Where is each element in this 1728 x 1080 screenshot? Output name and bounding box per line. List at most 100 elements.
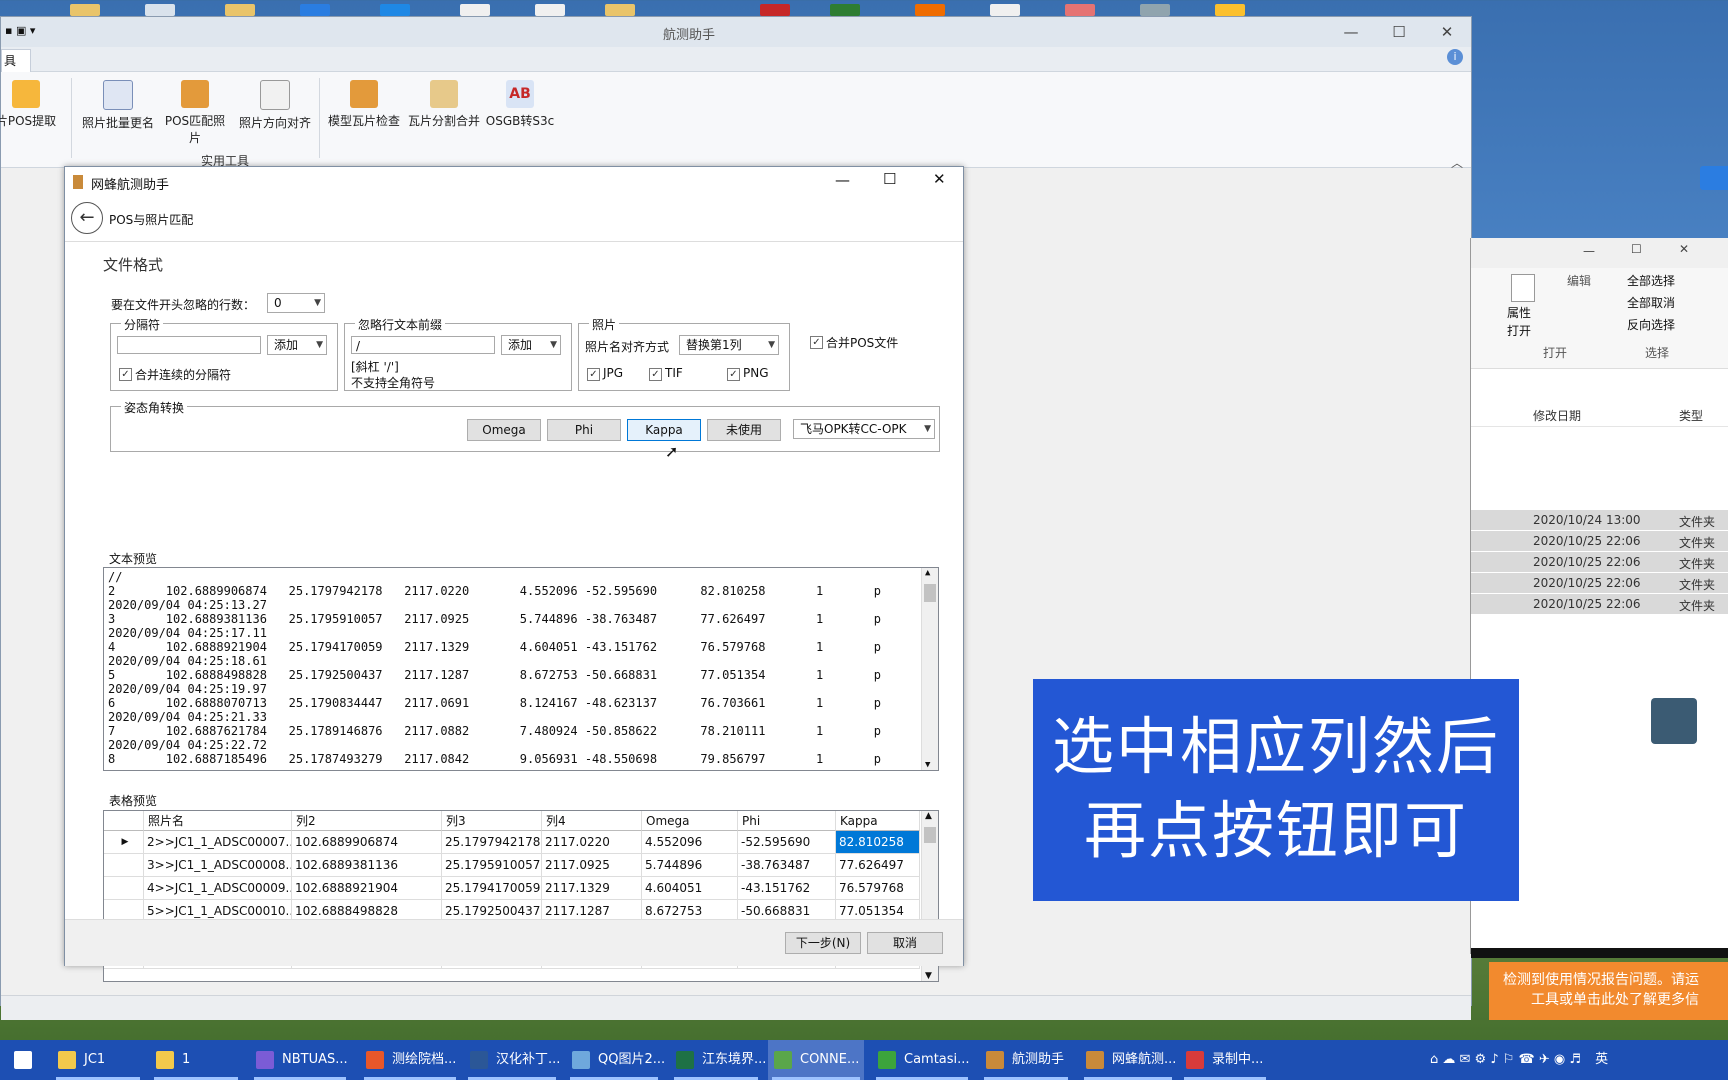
scroll-thumb[interactable] (924, 584, 936, 602)
desktop-icon[interactable] (915, 4, 945, 16)
desktop-icon[interactable] (460, 4, 490, 16)
separator-input[interactable] (117, 336, 261, 354)
table-cell[interactable]: 2117.0925 (542, 854, 642, 877)
usage-report-notification[interactable]: 检测到使用情况报告问题。请运 工具或单击此处了解更多信 (1489, 962, 1728, 1020)
taskbar-item[interactable]: CONNE... (768, 1040, 864, 1080)
photo-align-select[interactable]: 替换第1列 ▼ (679, 335, 779, 355)
chevron-down-icon[interactable]: ▼ (925, 971, 932, 981)
help-icon[interactable]: i (1447, 49, 1463, 65)
list-item[interactable]: 2020/10/25 22:06 文件夹 (1471, 552, 1728, 572)
row-header[interactable] (104, 854, 144, 877)
column-header[interactable]: Omega (642, 811, 738, 831)
unused-button[interactable]: 未使用 (707, 419, 781, 441)
app-logo-icon[interactable] (1651, 698, 1697, 744)
table-cell[interactable]: -38.763487 (738, 854, 836, 877)
table-cell[interactable]: 2117.1329 (542, 877, 642, 900)
ignore-prefix-add-button[interactable]: 添加 ▼ (501, 335, 561, 355)
close-icon[interactable]: ✕ (933, 170, 946, 188)
column-header[interactable]: 列3 (442, 811, 542, 831)
close-icon[interactable]: ✕ (1433, 21, 1461, 43)
table-cell[interactable]: 4.604051 (642, 877, 738, 900)
maximize-icon[interactable]: ☐ (1631, 242, 1642, 256)
taskbar-item[interactable]: Camtasi... (872, 1040, 972, 1080)
ribbon-collapse-icon[interactable]: ︿ (1451, 154, 1463, 171)
desktop-icon[interactable] (1140, 4, 1170, 16)
tray-icons[interactable]: ⌂ ☁ ✉ ⚙ ♪ ⚐ ☎ ✈ ◉ ♬ (1430, 1052, 1581, 1067)
table-cell[interactable]: 2>>JC1_1_ADSC00007... (144, 831, 292, 854)
table-cell[interactable]: 25.1794170059 (442, 877, 542, 900)
start-button[interactable] (8, 1040, 40, 1080)
ribbon-pos-match-button[interactable]: POS匹配照片 (159, 80, 231, 150)
ribbon-tile-split-button[interactable]: 瓦片分割合并 (405, 80, 483, 150)
select-none-button[interactable]: 全部取消 (1627, 294, 1675, 311)
ribbon-batch-rename-button[interactable]: 照片批量更名 (77, 80, 159, 150)
back-button[interactable]: ← (71, 202, 103, 234)
separator-add-button[interactable]: 添加 ▼ (267, 335, 327, 355)
properties-button[interactable]: 属性 (1507, 304, 1531, 321)
desktop-icon[interactable] (1065, 4, 1095, 16)
desktop-icon[interactable] (300, 4, 330, 16)
table-cell[interactable]: 2117.0220 (542, 831, 642, 854)
merge-separator-checkbox[interactable]: ✓ (119, 368, 132, 381)
desktop-icon[interactable] (1215, 4, 1245, 16)
opk-convert-select[interactable]: 飞马OPK转CC-OPK ▼ (793, 419, 935, 439)
taskbar-item[interactable]: 1 (150, 1040, 242, 1080)
chevron-down-icon[interactable]: ▼ (925, 760, 930, 770)
select-all-button[interactable]: 全部选择 (1627, 272, 1675, 289)
table-cell[interactable]: 102.6888921904 (292, 877, 442, 900)
desktop-icon[interactable] (760, 4, 790, 16)
desktop-icon[interactable] (990, 4, 1020, 16)
column-date[interactable]: 修改日期 (1533, 407, 1581, 424)
desktop-icon[interactable] (535, 4, 565, 16)
png-checkbox[interactable]: ✓ (727, 368, 740, 381)
taskbar-item[interactable]: NBTUAS... (250, 1040, 350, 1080)
taskbar-item[interactable]: QQ图片2... (566, 1040, 665, 1080)
desktop-icon[interactable] (380, 4, 410, 16)
edit-button[interactable]: 编辑 (1567, 272, 1591, 289)
taskbar-item[interactable]: 江东境界... (670, 1040, 766, 1080)
column-header[interactable]: Phi (738, 811, 836, 831)
table-cell[interactable]: -52.595690 (738, 831, 836, 854)
ribbon-pos-extract-button[interactable]: 片POS提取 (0, 80, 65, 150)
ribbon-tile-check-button[interactable]: 模型瓦片检查 (325, 80, 403, 150)
row-header[interactable]: ▶ (104, 831, 144, 854)
minimize-icon[interactable]: — (835, 171, 850, 189)
maximize-icon[interactable]: ☐ (1385, 21, 1413, 43)
tif-checkbox[interactable]: ✓ (649, 368, 662, 381)
column-header[interactable]: 列4 (542, 811, 642, 831)
column-header[interactable]: Kappa (836, 811, 920, 831)
next-button[interactable]: 下一步(N) (785, 932, 861, 954)
maximize-icon[interactable]: ☐ (883, 170, 896, 188)
close-icon[interactable]: ✕ (1679, 242, 1689, 256)
minimize-icon[interactable]: — (1583, 244, 1595, 258)
table-cell[interactable]: 3>>JC1_1_ADSC00008... (144, 854, 292, 877)
skip-rows-select[interactable]: 0 ▼ (267, 293, 325, 313)
table-cell[interactable]: 77.626497 (836, 854, 920, 877)
table-cell[interactable]: 25.1797942178 (442, 831, 542, 854)
taskbar-item[interactable]: 录制中... (1180, 1040, 1270, 1080)
desktop-icon[interactable] (605, 4, 635, 16)
cancel-button[interactable]: 取消 (867, 932, 943, 954)
merge-pos-checkbox[interactable]: ✓ (810, 336, 823, 349)
open-dropdown[interactable]: 打开 (1507, 322, 1531, 339)
table-cell[interactable]: 102.6889906874 (292, 831, 442, 854)
table-cell[interactable]: 102.6889381136 (292, 854, 442, 877)
table-cell[interactable]: 25.1795910057 (442, 854, 542, 877)
kappa-button[interactable]: Kappa (627, 419, 701, 441)
preview-scrollbar[interactable]: ▲ ▼ (921, 568, 938, 770)
table-cell[interactable]: 5.744896 (642, 854, 738, 877)
table-cell[interactable]: -43.151762 (738, 877, 836, 900)
chevron-up-icon[interactable]: ▲ (925, 811, 932, 821)
scroll-thumb[interactable] (924, 827, 936, 843)
table-cell[interactable]: 4.552096 (642, 831, 738, 854)
input-language[interactable]: 英 (1595, 1052, 1608, 1067)
ribbon-osgb-convert-button[interactable]: AB OSGB转S3c (485, 80, 555, 150)
desktop-icon[interactable] (70, 4, 100, 16)
omega-button[interactable]: Omega (467, 419, 541, 441)
list-item[interactable]: 2020/10/25 22:06 文件夹 (1471, 594, 1728, 614)
invert-selection-button[interactable]: 反向选择 (1627, 316, 1675, 333)
column-header[interactable]: 列2 (292, 811, 442, 831)
text-preview[interactable]: // 2 102.6889906874 25.1797942178 2117.0… (103, 567, 939, 771)
column-type[interactable]: 类型 (1679, 407, 1703, 424)
column-header[interactable]: 照片名 (144, 811, 292, 831)
